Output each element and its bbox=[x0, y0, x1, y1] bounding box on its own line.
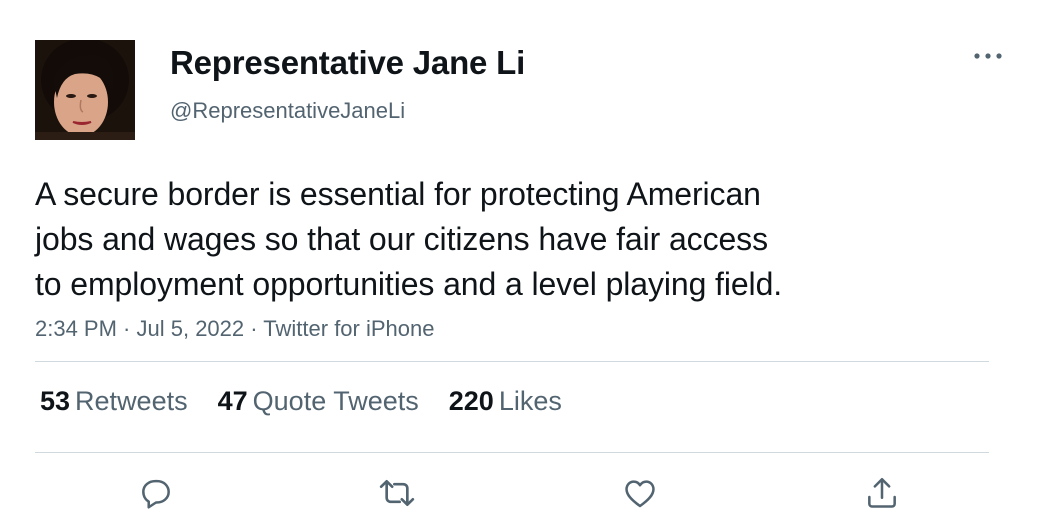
divider bbox=[35, 452, 989, 453]
retweet-icon bbox=[377, 473, 417, 518]
avatar-image bbox=[35, 40, 135, 140]
reply-button[interactable] bbox=[136, 475, 176, 515]
tweet-text: A secure border is essential for protect… bbox=[35, 176, 783, 302]
retweet-button[interactable] bbox=[377, 475, 417, 515]
engagement-stats: 53 Retweets 47 Quote Tweets 220 Likes bbox=[40, 386, 562, 417]
tweet-source[interactable]: Twitter for iPhone bbox=[263, 316, 434, 341]
tweet-time[interactable]: 2:34 PM bbox=[35, 316, 117, 341]
likes-count: 220 bbox=[448, 386, 494, 416]
meta-separator: · bbox=[116, 316, 137, 341]
reply-icon bbox=[137, 474, 175, 517]
display-name[interactable]: Representative Jane Li bbox=[170, 44, 525, 82]
retweets-label: Retweets bbox=[75, 386, 188, 416]
quote-tweets-count: 47 bbox=[217, 386, 248, 416]
tweet-card: Representative Jane Li @RepresentativeJa… bbox=[0, 0, 1050, 525]
like-button[interactable] bbox=[620, 475, 660, 515]
heart-icon bbox=[621, 474, 659, 517]
user-handle[interactable]: @RepresentativeJaneLi bbox=[170, 98, 405, 124]
retweets-count: 53 bbox=[40, 386, 71, 416]
likes-label: Likes bbox=[498, 386, 562, 416]
retweets-stat[interactable]: 53 Retweets bbox=[40, 386, 188, 417]
avatar[interactable] bbox=[35, 40, 135, 140]
likes-stat[interactable]: 220 Likes bbox=[449, 386, 562, 417]
tweet-meta: 2:34 PM · Jul 5, 2022 · Twitter for iPho… bbox=[35, 316, 434, 342]
more-options-button[interactable] bbox=[970, 44, 1006, 68]
divider bbox=[35, 361, 989, 362]
more-icon bbox=[973, 47, 1003, 65]
quote-tweets-label: Quote Tweets bbox=[252, 386, 419, 416]
quote-tweets-stat[interactable]: 47 Quote Tweets bbox=[218, 386, 419, 417]
tweet-date[interactable]: Jul 5, 2022 bbox=[137, 316, 245, 341]
share-icon bbox=[863, 474, 901, 517]
share-button[interactable] bbox=[862, 475, 902, 515]
meta-separator: · bbox=[244, 316, 264, 341]
